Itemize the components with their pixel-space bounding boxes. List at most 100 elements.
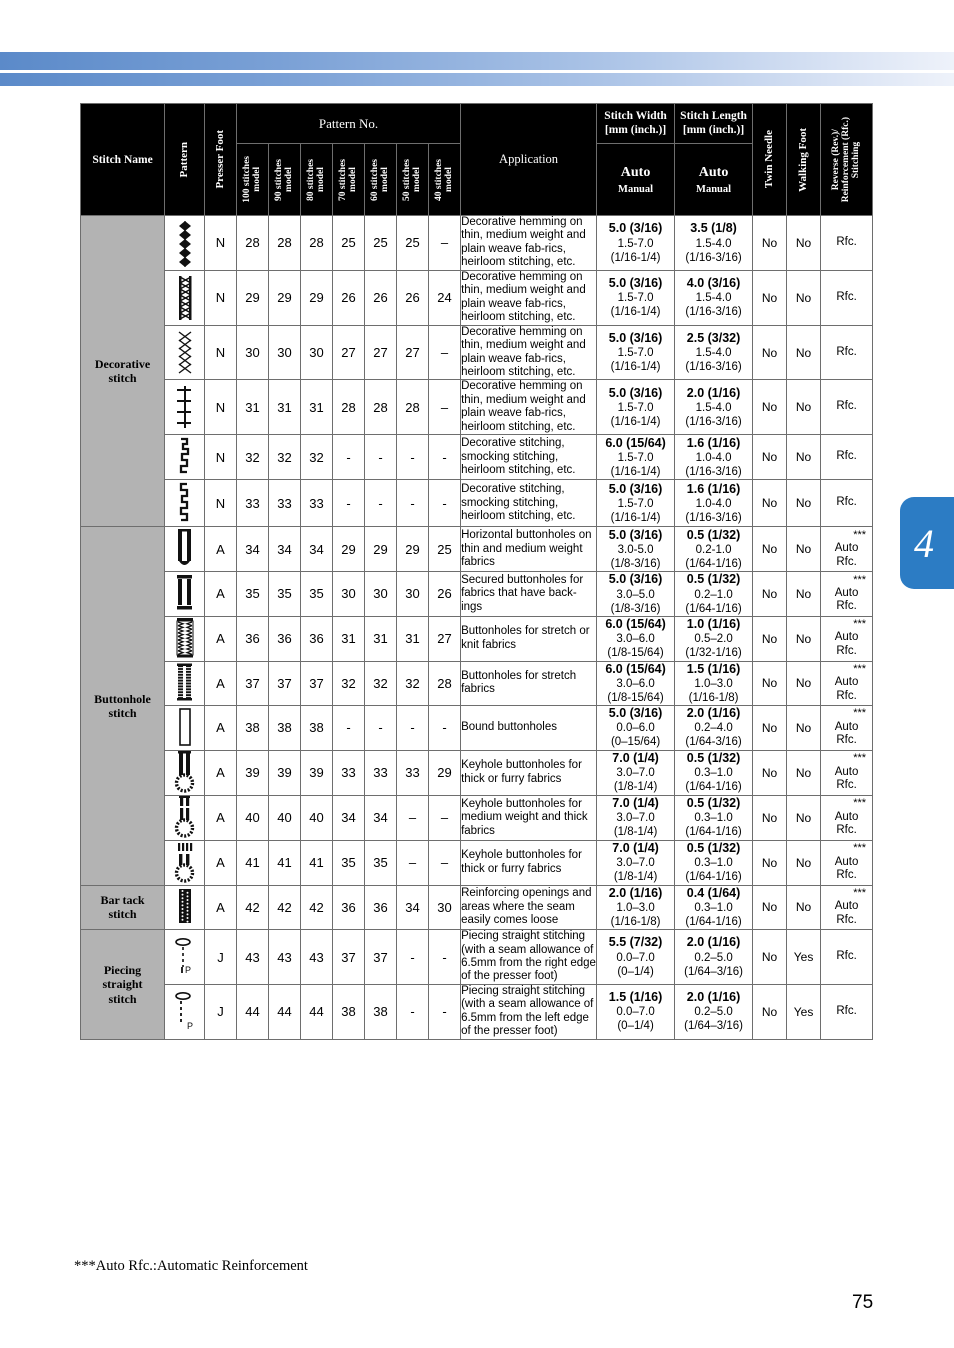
pattern-number-cell: - [396,983,429,1040]
reverse-reinforcement-value: *** Auto Rfc. [820,704,874,751]
table-row: A 37 37 37 32 32 32 28 Buttonholes for stretch f… [81,660,874,706]
table-row: Decorative stitch N 28 28 28 25 25 25– Decorativ… [80,214,874,528]
stitch-width-cell: 6.0 (15/64) 3.0–6.0 (1/8-15/64) [596,615,676,662]
svg-text:P: P [185,965,191,975]
page-number: 75 [852,1292,874,1313]
pattern-number-cell: 28 [268,215,301,271]
pattern-number-cell: 44 [236,983,269,1040]
twin-needle-value: No [752,526,788,573]
header-application: Application [460,103,598,216]
pattern-number-cell: 38 [332,983,365,1040]
stitch-width-cell: 5.0 (3/16) 1.5-7.0 (1/16-1/4) [596,479,676,528]
header-gradient-bar-top [0,52,954,70]
pattern-number-cell: – [396,839,429,886]
stitch-length-cell: 2.0 (1/16) 0.2–4.0 (1/64-3/16) [674,704,754,751]
pattern-number-cell: 30 [364,571,397,617]
table-row: N 30 30 30 27 27 27– Decorative hemming on thin… [81,324,874,381]
pattern-number-cell: 28 [364,379,397,436]
pattern-number-cell: 44 [268,983,301,1040]
pattern-number-cell: – [396,794,429,841]
pattern-number-cell: - [396,434,429,481]
pattern-number-cell: 30 [268,324,301,381]
twin-needle-value: No [752,884,788,931]
keyhole-buttonhole-thick-icon [164,749,205,796]
decorative-crosshatch-stitch-icon [164,324,205,381]
presser-foot-value: N [204,479,237,528]
stitch-settings-table: Stitch Name Pattern Presser Foot Pattern… [80,103,874,1040]
pattern-number-cell: 31 [236,379,269,436]
pattern-number-cell: 31 [332,615,365,662]
walking-foot-value: No [786,324,822,381]
header-model-70: 70 stitches model [332,143,365,216]
reverse-reinforcement-value: Rfc. [820,983,874,1040]
pattern-number-cell: 24 [427,269,462,326]
reverse-reinforcement-value: *** Auto Rfc. [820,615,874,662]
stitch-width-cell: 5.0 (3/16) 3.0-5.0 (1/8-3/16) [596,526,676,573]
pattern-number-cell: 30 [396,571,429,617]
pattern-number-cell: 39 [236,749,269,796]
table-row: N 29 29 29 26 26 26 24 Decorative hemming on thi… [81,269,874,326]
pattern-number-cell: 40 [268,794,301,841]
pattern-number-cell: - [364,479,397,528]
pattern-number-cell: 33 [396,749,429,796]
reverse-reinforcement-value: *** Auto Rfc. [820,839,874,886]
reverse-reinforcement-value: Rfc. [820,215,874,271]
table-header: Stitch Name Pattern Presser Foot Pattern… [80,103,874,216]
decorative-ladder-zigzag-stitch-icon [164,269,205,326]
piecing-straight-right-icon: P [164,929,205,985]
pattern-number-cell: 37 [236,660,269,706]
stitch-length-cell: 2.0 (1/16) 1.5-4.0 (1/16-3/16) [674,379,754,436]
reverse-reinforcement-value: *** Auto Rfc. [820,571,874,617]
twin-needle-value: No [752,660,788,706]
header-pattern-no: Pattern No. [235,103,462,144]
pattern-number-cell: 31 [396,615,429,662]
stitch-length-cell: 1.0 (1/16) 0.5–2.0 (1/32-1/16) [674,615,754,662]
header-walking-foot-label: Walking Foot [796,127,809,192]
twin-needle-value: No [752,749,788,796]
pattern-number-cell: 34 [364,794,397,841]
pattern-number-cell: 36 [268,615,301,662]
pattern-number-cell: - [427,929,462,985]
stitch-length-cell: 2.0 (1/16) 0.2–5.0 (1/64–3/16) [674,929,754,985]
presser-foot-value: N [204,379,237,436]
pattern-number-cell: - [427,479,462,528]
stitch-width-cell: 5.5 (7/32) 0.0–7.0 (0–1/4) [596,929,676,985]
header-reverse-reinforcement: Reverse (Rev.)/ Reinforcement (Rfc.) Sti… [820,103,874,216]
header-presser-foot: Presser Foot [204,103,237,216]
pattern-number-cell: 33 [236,479,269,528]
pattern-number-cell: 34 [236,526,269,573]
pattern-number-cell: – [427,379,462,436]
pattern-number-cell: 43 [236,929,269,985]
pattern-number-cell: 44 [300,983,333,1040]
walking-foot-value: No [786,571,822,617]
header-pattern: Pattern [164,103,205,216]
reverse-reinforcement-value: Rfc. [820,479,874,528]
application-text: Bound buttonholes [460,704,598,751]
table-row: N 32 32 32- - - - Decorative stitching, smockin… [81,434,874,481]
presser-foot-value: A [204,794,237,841]
stitch-length-cell: 4.0 (3/16) 1.5-4.0 (1/16-3/16) [674,269,754,326]
secured-buttonhole-icon [164,571,205,617]
pattern-number-cell: 41 [300,839,333,886]
walking-foot-value: No [786,704,822,751]
pattern-number-cell: 25 [427,526,462,573]
pattern-number-cell: 34 [332,794,365,841]
table-row: Bar tack stitch A 42 42 42 36 36 34 30 Reinforcin… [80,884,874,931]
pattern-number-cell: 34 [300,526,333,573]
pattern-number-cell: 27 [396,324,429,381]
application-text: Decorative stitching, smocking stitching… [460,434,598,481]
application-text: Decorative stitching, smocking stitching… [460,479,598,528]
pattern-number-cell: 36 [364,884,397,931]
stitch-length-cell: 0.5 (1/32) 0.2–1.0 (1/64-1/16) [674,571,754,617]
pattern-number-cell: 26 [364,269,397,326]
pattern-number-cell: 32 [332,660,365,706]
pattern-number-cell: 28 [300,215,333,271]
reverse-reinforcement-value: *** Auto Rfc. [820,884,874,931]
presser-foot-value: A [204,571,237,617]
pattern-number-cell: 36 [300,615,333,662]
pattern-number-cell: 26 [427,571,462,617]
header-model-80: 80 stitches model [300,143,333,216]
pattern-number-cell: - [427,704,462,751]
pattern-number-cell: – [427,839,462,886]
pattern-number-cell: 33 [332,749,365,796]
